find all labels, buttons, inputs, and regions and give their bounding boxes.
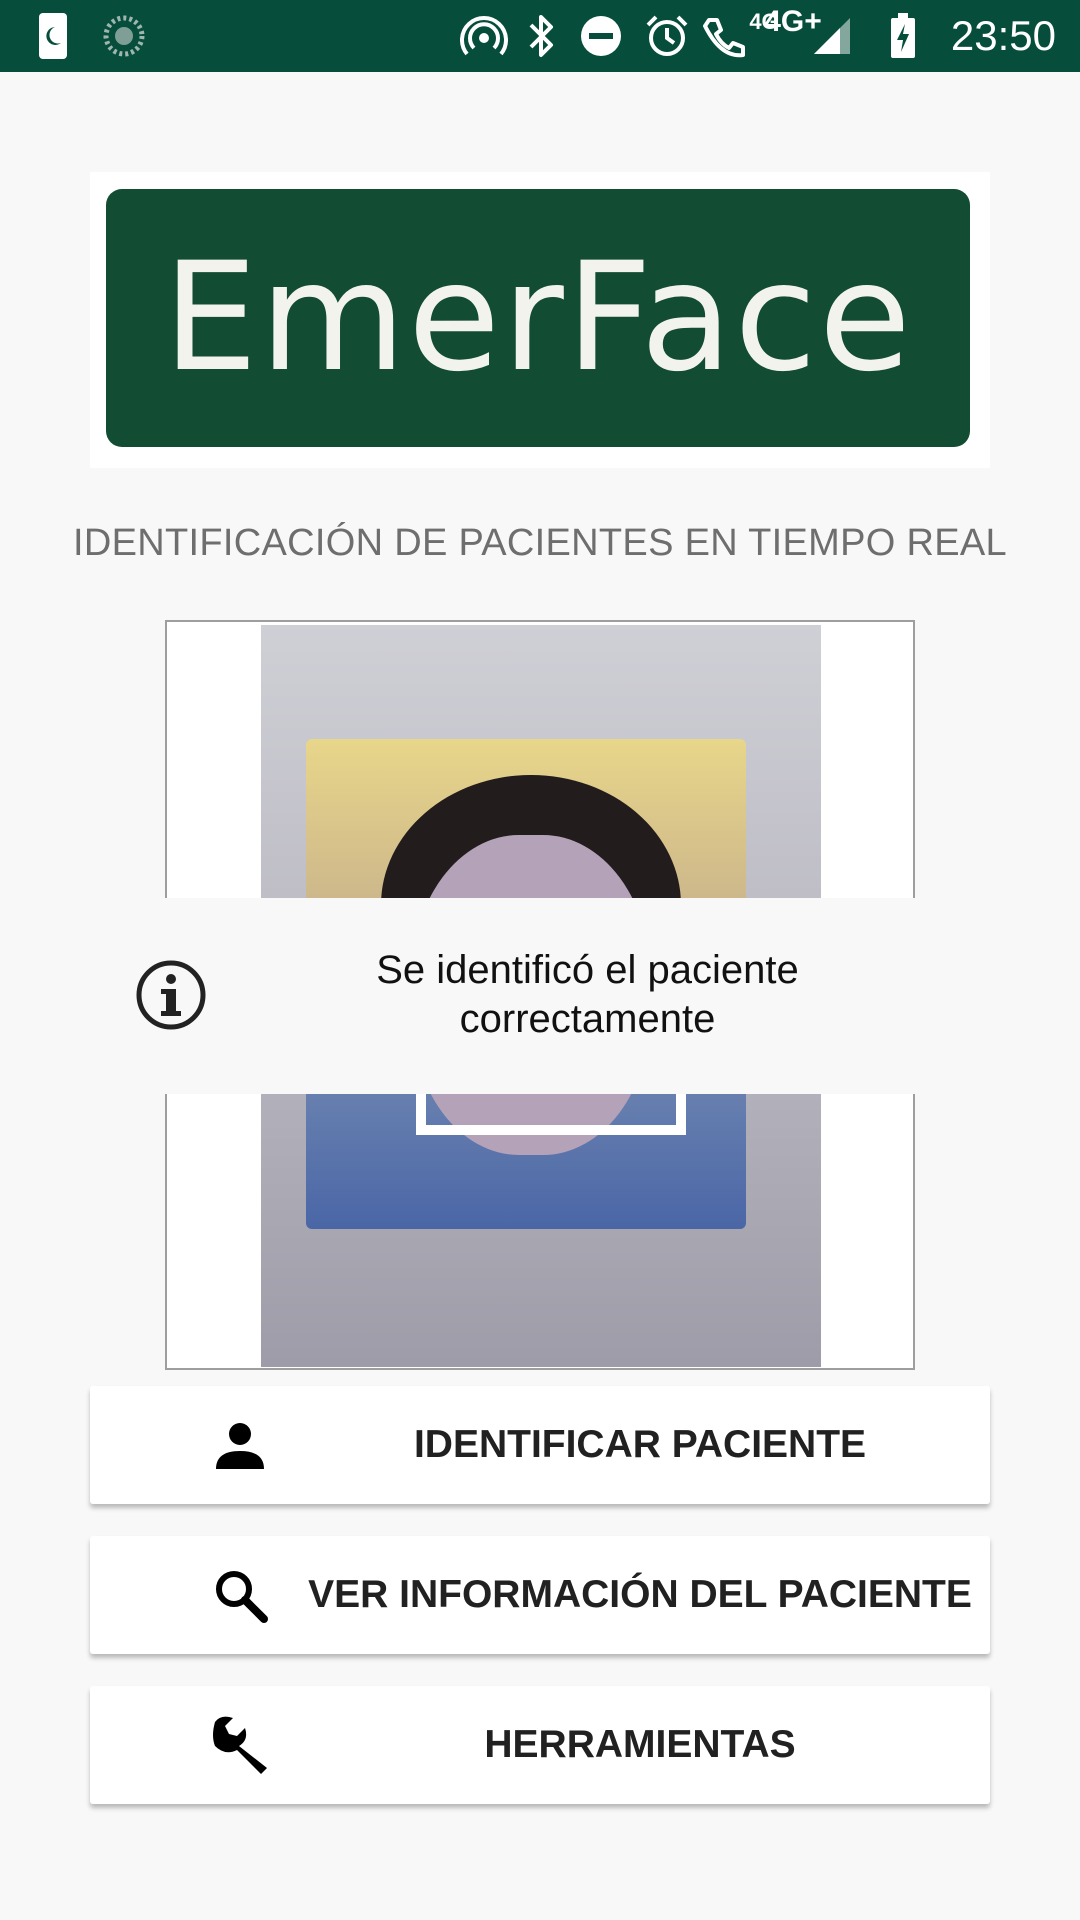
- tools-label: HERRAMIENTAS: [484, 1723, 796, 1766]
- sync-icon: [102, 0, 146, 72]
- do-not-disturb-icon: [578, 0, 624, 72]
- wrench-icon: [207, 1712, 273, 1778]
- logo-banner: EmerFace: [106, 189, 970, 447]
- moon-app-icon: [36, 0, 70, 72]
- identify-patient-label: IDENTIFICAR PACIENTE: [413, 1423, 867, 1466]
- clock: 23:50: [950, 12, 1056, 59]
- wifi-call-icon: [700, 0, 746, 72]
- tools-button[interactable]: HERRAMIENTAS: [90, 1686, 990, 1804]
- bluetooth-icon: [524, 0, 560, 72]
- status-bar: 4G 4G+ 23:50: [0, 0, 1080, 72]
- toast-notification: Se identificó el paciente correctamente: [0, 898, 1080, 1094]
- info-icon: [134, 958, 208, 1032]
- app-logo: EmerFace: [90, 172, 990, 468]
- signal-icon: [810, 0, 854, 72]
- page-subtitle: IDENTIFICACIÓN DE PACIENTES EN TIEMPO RE…: [73, 522, 1007, 564]
- logo-text: EmerFace: [162, 231, 914, 405]
- alarm-icon: [642, 0, 692, 72]
- identify-patient-button[interactable]: IDENTIFICAR PACIENTE: [90, 1386, 990, 1504]
- toast-message: Se identificó el paciente correctamente: [376, 948, 799, 1041]
- hotspot-icon: [458, 0, 510, 72]
- battery-charging-icon: [888, 0, 918, 72]
- view-patient-info-button[interactable]: VER INFORMACIÓN DEL PACIENTE: [90, 1536, 990, 1654]
- view-patient-info-label: VER INFORMACIÓN DEL PACIENTE: [308, 1573, 972, 1616]
- person-icon: [214, 1419, 266, 1471]
- search-icon: [212, 1567, 268, 1623]
